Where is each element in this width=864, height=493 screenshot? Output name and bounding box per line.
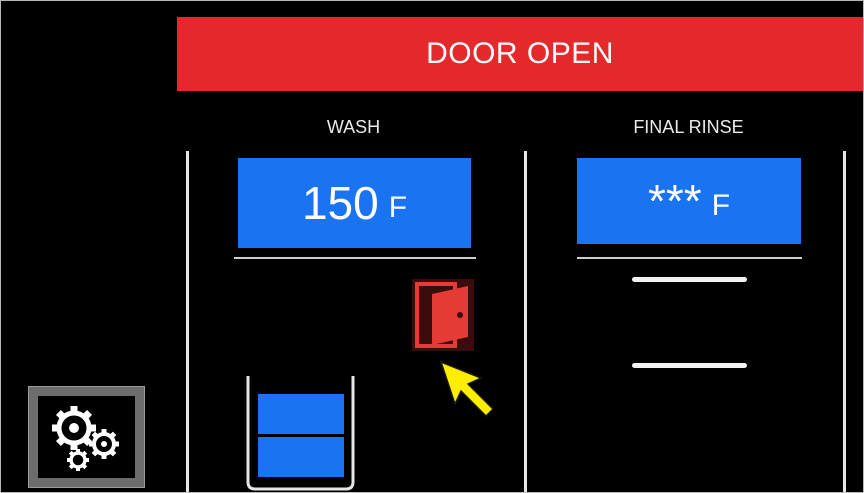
door-open-icon[interactable] [412,279,474,351]
final-rinse-title: FINAL RINSE [633,117,744,137]
gears-icon [52,406,119,471]
tank-level-icon [246,376,355,491]
final-rinse-temperature-unit: F [711,189,731,222]
wash-temperature-value: 150 [301,177,379,229]
final-rinse-separator [577,257,802,259]
wash-temperature-unit: F [388,191,408,224]
settings-button-face [38,396,135,478]
wash-title: WASH [326,117,381,137]
final-rinse-status-dash [632,277,747,282]
banner-text: DOOR OPEN [426,37,614,70]
divider-line [186,151,189,492]
divider-line [843,151,846,492]
settings-button[interactable] [28,386,145,488]
pointer-cursor-icon [439,360,495,418]
final-rinse-temperature-display[interactable]: *** F [577,158,801,244]
wash-temperature-display[interactable]: 150 F [238,158,471,248]
wash-separator [234,257,476,259]
door-open-banner: DOOR OPEN [177,17,863,91]
divider-line [524,151,527,492]
final-rinse-temperature-value: *** [647,175,702,227]
final-rinse-status-dash [632,363,747,368]
hmi-screen: DOOR OPEN WASH FINAL RINSE 150 F *** F [0,0,864,493]
